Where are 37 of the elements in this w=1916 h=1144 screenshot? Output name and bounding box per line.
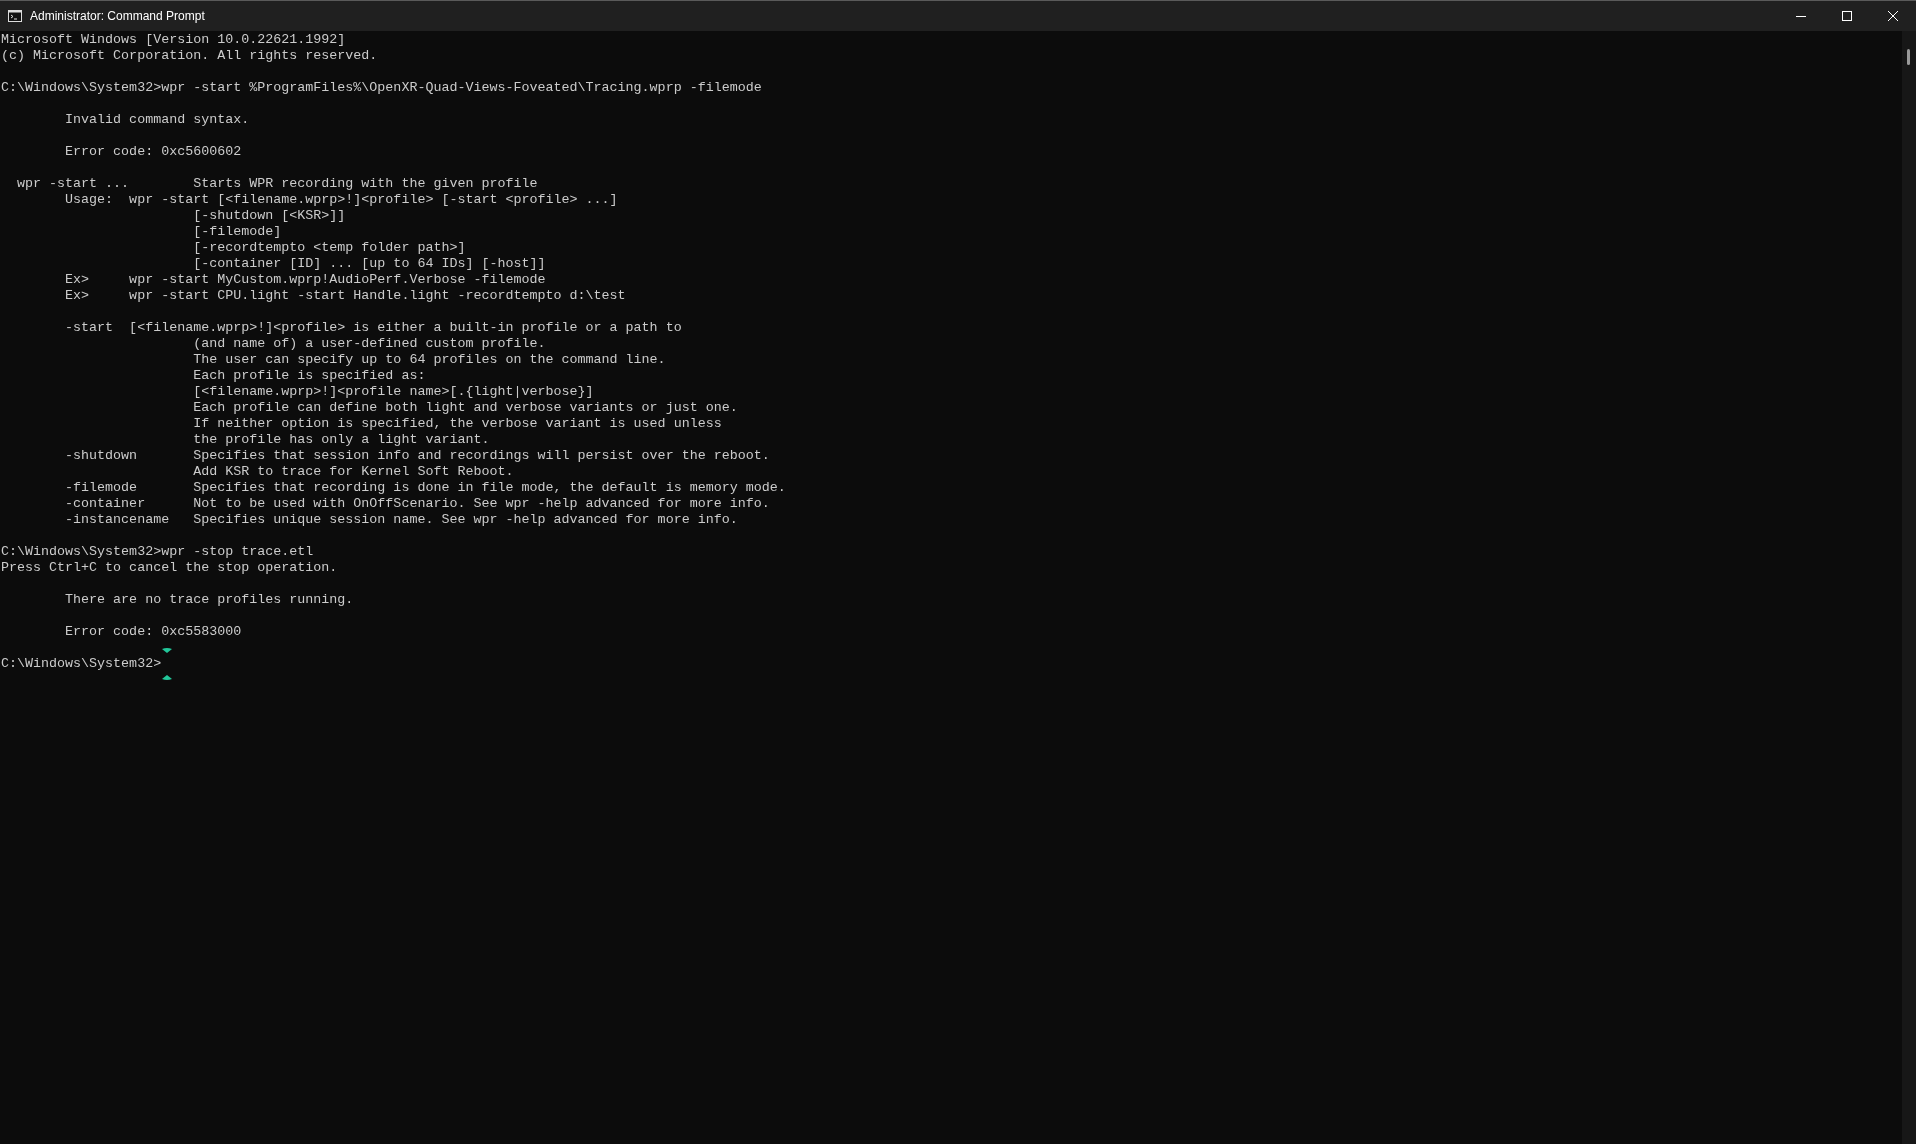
console-line: Ex> wpr -start CPU.light -start Handle.light -recordtempto d:\test xyxy=(64,288,626,304)
close-icon xyxy=(1887,10,1899,22)
console-line: Invalid command syntax. xyxy=(64,112,250,128)
console-line: -instancename Specifies unique session name. See wpr -help advanced for more info. xyxy=(64,512,738,528)
console-line: Press Ctrl+C to cancel the stop operation. xyxy=(1,560,338,576)
command-prompt: C:\Windows\System32> xyxy=(1,656,162,673)
console-line: [<filename.wprp>!]<profile name>[.{light|verbose}] xyxy=(192,384,594,400)
console-line: wpr -start ... Starts WPR recording with the given profile xyxy=(16,176,538,192)
console-line: the profile has only a light variant. xyxy=(192,432,490,448)
console-line: -filemode Specifies that recording is done in file mode, the default is memory mode. xyxy=(64,480,786,496)
console-line: Each profile is specified as: xyxy=(192,368,426,384)
console-line: The user can specify up to 64 profiles on the command line. xyxy=(192,352,666,368)
console-line: (and name of) a user-defined custom profile. xyxy=(192,336,546,352)
console-line: C:\Windows\System32>wpr -start %ProgramFiles%\OpenXR-Quad-Views-Foveated\Tracing.wprp -filemode xyxy=(1,80,762,96)
console-line: -start [<filename.wprp>!]<profile> is either a built-in profile or a path to xyxy=(64,320,682,336)
console-line: Each profile can define both light and verbose variants or just one. xyxy=(192,400,738,416)
console-line: (c) Microsoft Corporation. All rights reserved. xyxy=(1,48,378,64)
console-line: Add KSR to trace for Kernel Soft Reboot. xyxy=(192,464,514,480)
console-line: [-shutdown [<KSR>]] xyxy=(192,208,346,224)
scrollbar[interactable] xyxy=(1902,31,1916,1144)
console-line: Microsoft Windows [Version 10.0.22621.1992] xyxy=(1,32,346,48)
console-line: Usage: wpr -start [<filename.wprp>!]<profile> [-start <profile> ...] xyxy=(64,192,618,208)
window-title: Administrator: Command Prompt xyxy=(30,8,205,25)
console-line: There are no trace profiles running. xyxy=(64,592,354,608)
maximize-icon xyxy=(1841,10,1853,22)
console-app-icon xyxy=(8,10,22,22)
text-cursor-icon xyxy=(161,647,174,681)
console-line: -shutdown Specifies that session info and recordings will persist over the reboot. xyxy=(64,448,770,464)
console-line: Error code: 0xc5600602 xyxy=(64,144,242,160)
console-line: C:\Windows\System32>wpr -stop trace.etl xyxy=(1,544,314,560)
console-line: Error code: 0xc5583000 xyxy=(64,624,242,640)
console-line: Ex> wpr -start MyCustom.wprp!AudioPerf.Verbose -filemode xyxy=(64,272,546,288)
console-line: -container Not to be used with OnOffScenario. See wpr -help advanced for more info. xyxy=(64,496,770,512)
console-line: [-recordtempto <temp folder path>] xyxy=(192,240,466,256)
console-line: [-container [ID] ... [up to 64 IDs] [-host]] xyxy=(192,256,546,272)
console-line: If neither option is specified, the verbose variant is used unless xyxy=(192,416,722,432)
console-line: [-filemode] xyxy=(192,224,282,240)
